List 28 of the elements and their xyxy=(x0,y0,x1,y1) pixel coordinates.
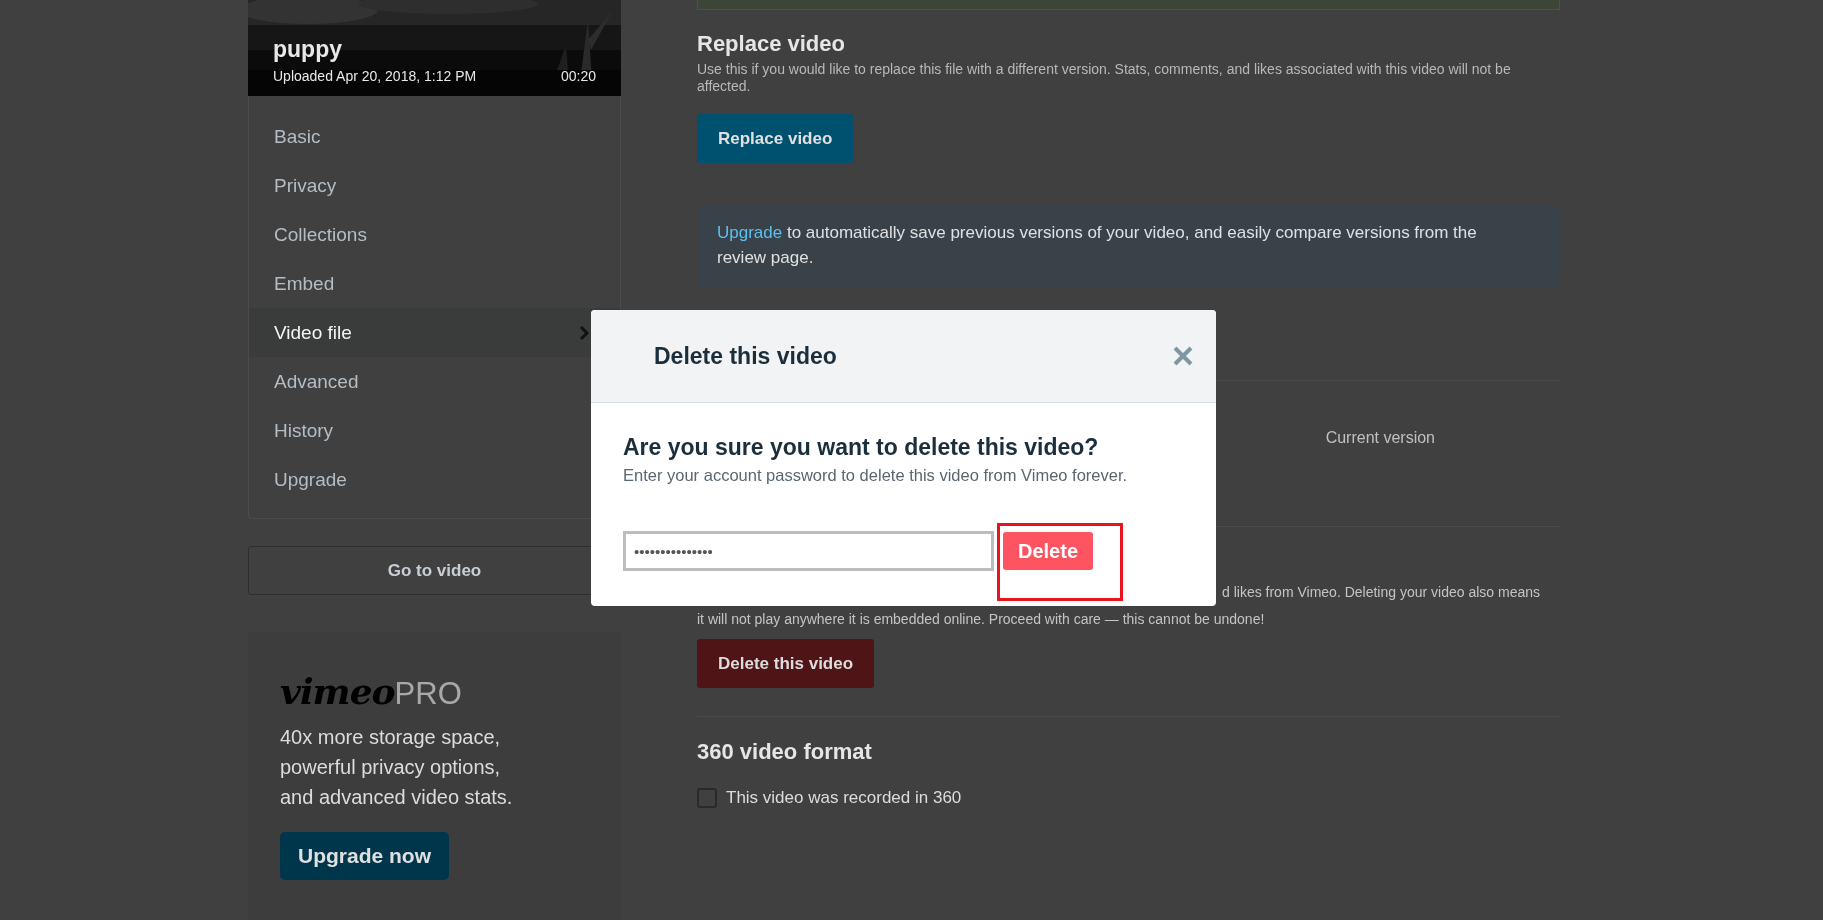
nav-item[interactable]: Privacy xyxy=(249,161,620,210)
delete-video-button[interactable]: Delete this video xyxy=(697,639,875,688)
dialog-question: Are you sure you want to delete this video? xyxy=(623,434,1099,461)
nav-item[interactable]: Video file xyxy=(249,308,620,357)
upgrade-link[interactable]: Upgrade xyxy=(717,223,783,242)
section-heading: 360 video format xyxy=(697,739,872,765)
column-label: Current version xyxy=(1325,429,1435,448)
replace-video-button[interactable]: Replace video xyxy=(697,114,854,163)
logo: vimeo xyxy=(280,670,395,712)
upgrade-button[interactable]: Upgrade now xyxy=(280,832,449,880)
warning-text: it will not play anywhere it is embedded online. Proceed with care — this cannot be undone! xyxy=(697,610,1266,629)
section-heading: Replace video xyxy=(697,31,845,57)
logo-suffix: PRO xyxy=(394,676,462,712)
checkbox-label: This video was recorded in 360 xyxy=(726,788,962,808)
promo-text: 40x more storage space, powerful privacy options, and advanced video stats. xyxy=(280,725,514,810)
dialog-subtitle: Enter your account password to delete this video from Vimeo forever. xyxy=(623,466,1128,485)
nav-item[interactable]: Basic xyxy=(249,112,620,161)
delete-button[interactable]: Delete xyxy=(1003,532,1093,570)
section-description: Use this if you would like to replace this file with a different version. Stats, comments, and likes associated with this video will not be affected. xyxy=(697,61,1512,95)
video-title: puppy xyxy=(273,36,342,63)
nav-item[interactable]: Embed xyxy=(249,259,620,308)
nav-item[interactable]: Collections xyxy=(249,210,620,259)
info-text: Upgrade to automatically save previous versions of your video, and easily compare versions from the review page. xyxy=(717,222,1478,269)
dialog-title: Delete this video xyxy=(654,342,837,370)
upload-date: Uploaded Apr 20, 2018, 1:12 PM xyxy=(273,68,477,84)
warning-text: d likes from Vimeo. Deleting your video also means xyxy=(1222,583,1540,602)
password-field[interactable]: ••••••••••••••• xyxy=(623,531,994,571)
video-duration: 00:20 xyxy=(560,68,596,84)
